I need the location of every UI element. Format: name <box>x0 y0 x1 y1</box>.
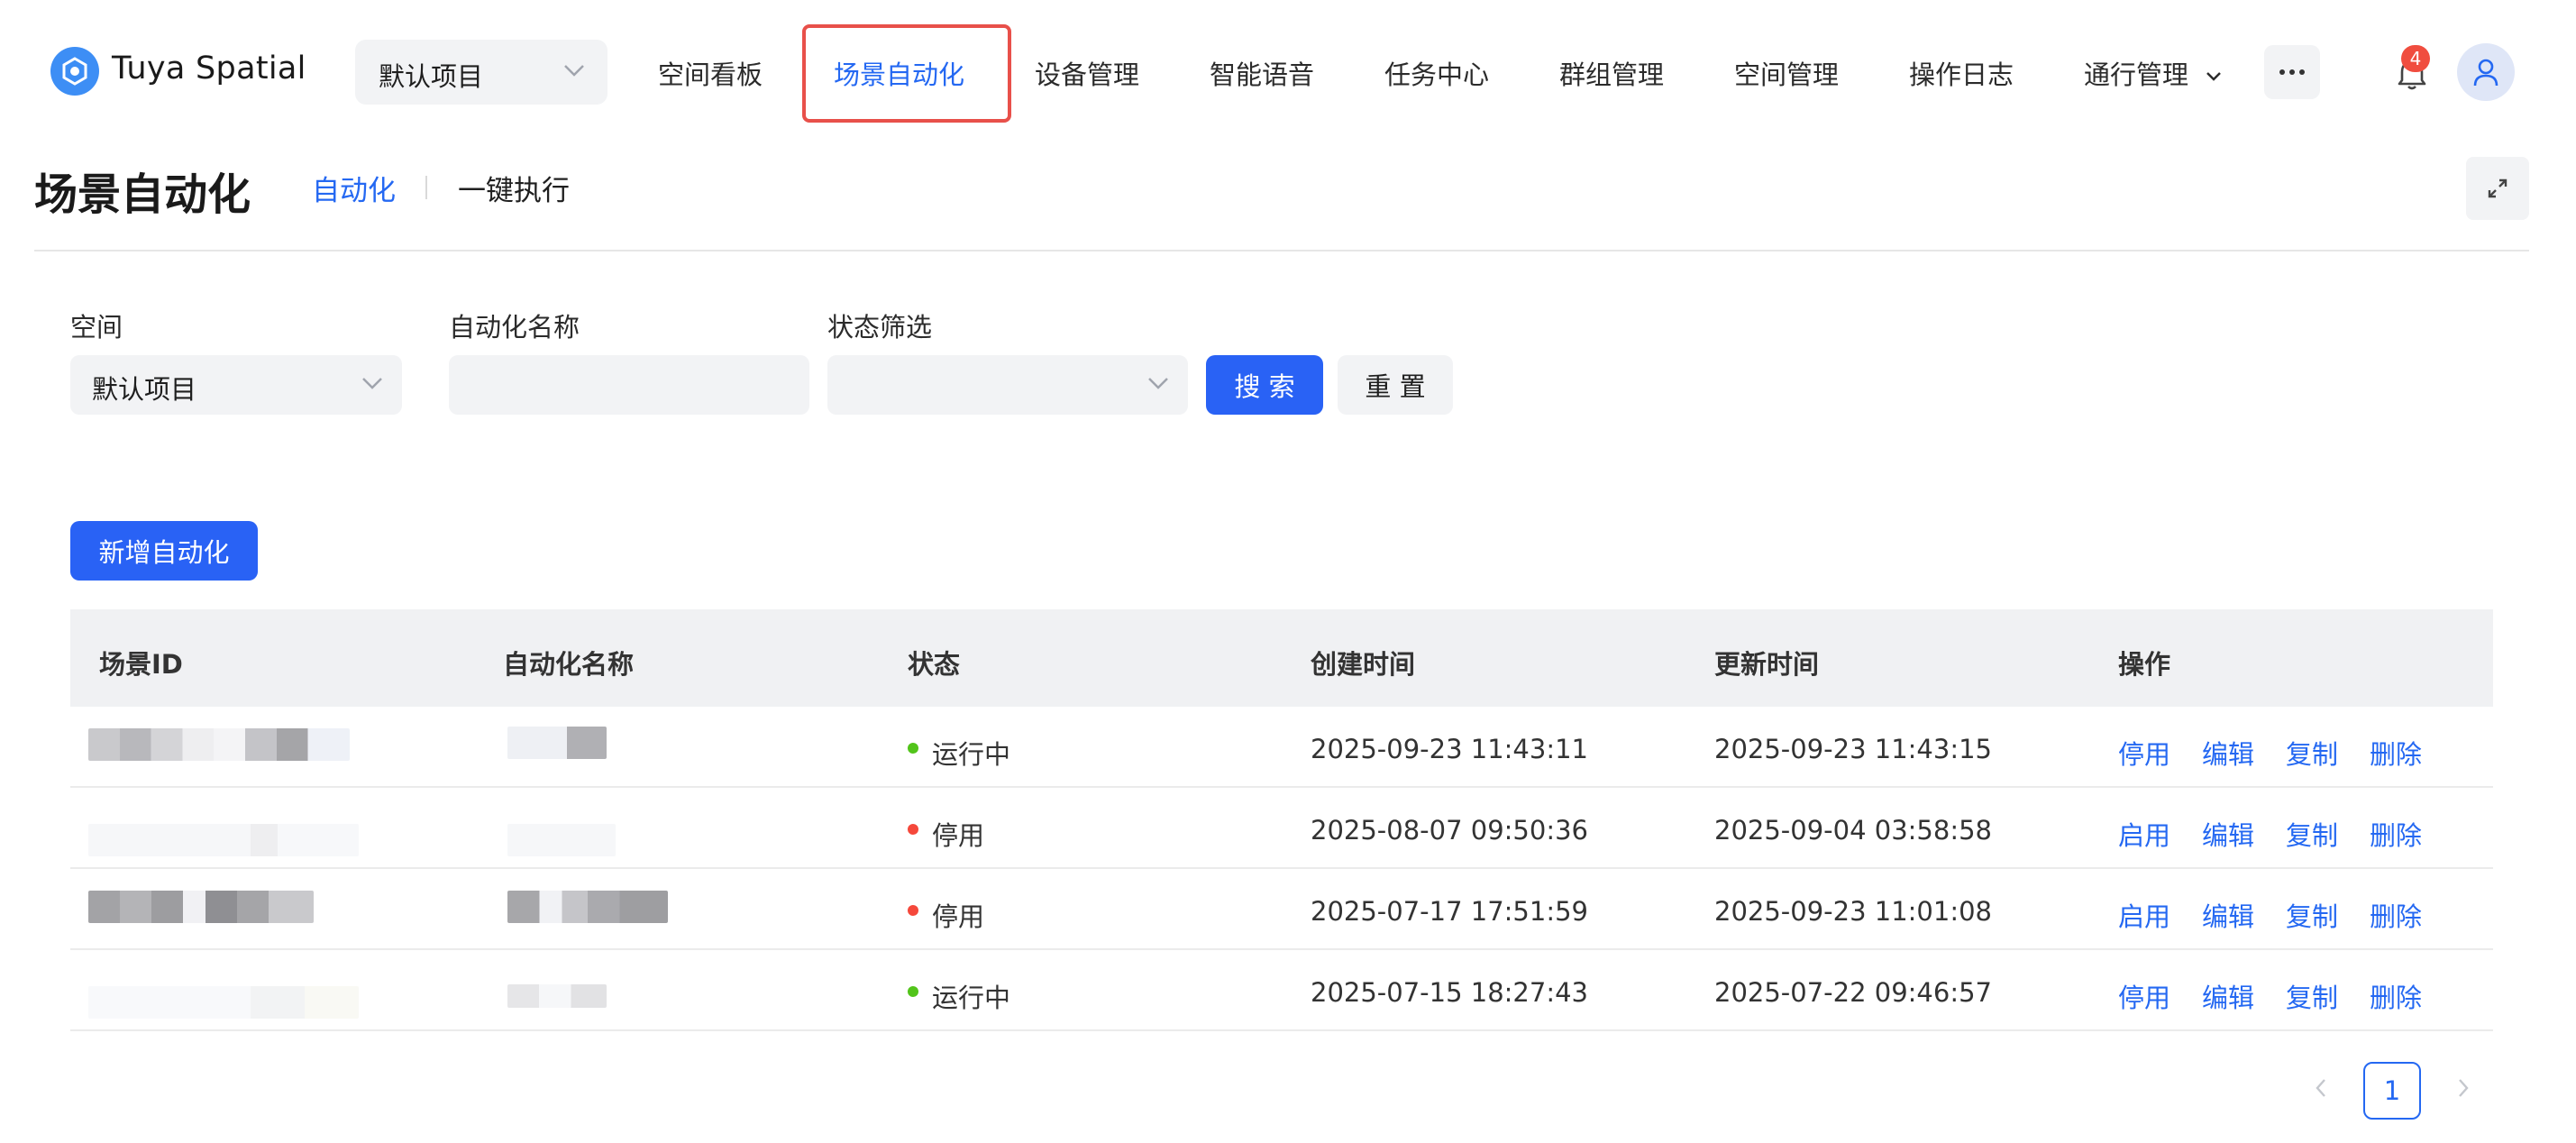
automation-name-filter-label: 自动化名称 <box>449 312 580 343</box>
status-dot <box>908 905 918 916</box>
status-dot <box>908 824 918 835</box>
brand-name[interactable]: Tuya Spatial <box>112 50 306 87</box>
header-divider <box>34 250 2529 251</box>
updated-time: 2025-09-23 11:43:15 <box>1714 734 1992 764</box>
updated-time: 2025-07-22 09:46:57 <box>1714 977 1992 1008</box>
created-time: 2025-09-23 11:43:11 <box>1311 734 1588 764</box>
chevron-down-icon <box>1148 378 1168 389</box>
column-header-status: 状态 <box>908 649 961 680</box>
tab-automation[interactable]: 自动化 <box>312 168 396 208</box>
user-avatar[interactable] <box>2457 43 2515 101</box>
edit-link[interactable]: 编辑 <box>2202 977 2254 1015</box>
nav-item-group-management[interactable]: 群组管理 <box>1559 54 1664 92</box>
created-time: 2025-07-17 17:51:59 <box>1311 896 1588 927</box>
nav-item-task-center[interactable]: 任务中心 <box>1384 54 1489 92</box>
expand-icon <box>2488 178 2507 198</box>
column-header-updated-time: 更新时间 <box>1714 649 1820 680</box>
search-button[interactable]: 搜 索 <box>1206 355 1323 415</box>
updated-time: 2025-09-04 03:58:58 <box>1714 815 1992 846</box>
nav-item-space-dashboard[interactable]: 空间看板 <box>658 54 763 92</box>
page-number-current[interactable]: 1 <box>2363 1062 2421 1120</box>
delete-link[interactable]: 删除 <box>2370 896 2422 934</box>
ellipsis-icon <box>2279 69 2305 75</box>
status-filter-label: 状态筛选 <box>827 312 933 343</box>
reset-button[interactable]: 重 置 <box>1338 355 1453 415</box>
scene-id-redacted <box>88 986 359 1019</box>
updated-time: 2025-09-23 11:01:08 <box>1714 896 1992 927</box>
chevron-right-icon <box>2459 1079 2469 1097</box>
automation-name-redacted <box>507 891 668 923</box>
copy-link[interactable]: 复制 <box>2286 815 2338 853</box>
nav-item-smart-voice[interactable]: 智能语音 <box>1210 54 1314 92</box>
more-menu-button[interactable] <box>2264 45 2320 99</box>
chevron-down-icon <box>564 65 584 77</box>
notification-badge: 4 <box>2401 45 2430 72</box>
status-dot <box>908 986 918 997</box>
nav-item-device-management[interactable]: 设备管理 <box>1035 54 1139 92</box>
copy-link[interactable]: 复制 <box>2286 896 2338 934</box>
project-select[interactable]: 默认项目 <box>355 40 607 105</box>
automation-name-redacted <box>507 984 607 1008</box>
status-filter-select[interactable] <box>827 355 1188 415</box>
tuya-logo-icon[interactable] <box>50 47 99 96</box>
automation-name-redacted <box>507 727 607 759</box>
nav-item-access-management-label: 通行管理 <box>2084 59 2189 90</box>
column-header-scene-id: 场景ID <box>99 649 183 680</box>
edit-link[interactable]: 编辑 <box>2202 815 2254 853</box>
nav-item-space-management[interactable]: 空间管理 <box>1734 54 1839 92</box>
chevron-down-icon <box>2206 72 2222 81</box>
chevron-left-icon <box>2316 1079 2325 1097</box>
tab-one-click-execute[interactable]: 一键执行 <box>458 168 570 208</box>
nav-item-operation-log[interactable]: 操作日志 <box>1909 54 2014 92</box>
edit-link[interactable]: 编辑 <box>2202 896 2254 934</box>
tab-divider <box>425 176 427 199</box>
table-row: 运行中 2025-07-15 18:27:43 2025-07-22 09:46… <box>70 950 2493 1031</box>
space-filter-value: 默认项目 <box>92 374 197 405</box>
fullscreen-button[interactable] <box>2466 157 2529 220</box>
nav-item-scene-automation[interactable]: 场景自动化 <box>834 54 964 92</box>
status-text: 运行中 <box>932 983 1011 1013</box>
created-time: 2025-08-07 09:50:36 <box>1311 815 1588 846</box>
created-time: 2025-07-15 18:27:43 <box>1311 977 1588 1008</box>
user-icon <box>2473 59 2498 87</box>
column-header-actions: 操作 <box>2118 649 2171 680</box>
delete-link[interactable]: 删除 <box>2370 977 2422 1015</box>
chevron-down-icon <box>362 378 382 389</box>
column-header-automation-name: 自动化名称 <box>503 649 635 680</box>
status-text: 停用 <box>932 901 985 932</box>
scene-id-redacted <box>88 824 359 856</box>
table-row: 停用 2025-08-07 09:50:36 2025-09-04 03:58:… <box>70 788 2493 869</box>
automation-name-redacted <box>507 824 616 856</box>
status-text: 停用 <box>932 820 985 851</box>
delete-link[interactable]: 删除 <box>2370 734 2422 772</box>
enable-link[interactable]: 启用 <box>2118 815 2170 853</box>
table-header: 场景ID 自动化名称 状态 创建时间 更新时间 操作 <box>70 609 2493 707</box>
status-dot <box>908 743 918 754</box>
copy-link[interactable]: 复制 <box>2286 977 2338 1015</box>
prev-page-button[interactable] <box>2307 1074 2334 1102</box>
nav-item-access-management[interactable]: 通行管理 <box>2084 54 2224 92</box>
delete-link[interactable]: 删除 <box>2370 815 2422 853</box>
disable-link[interactable]: 停用 <box>2118 977 2170 1015</box>
row-divider <box>70 1029 2493 1031</box>
project-select-value: 默认项目 <box>379 61 484 92</box>
space-filter-label: 空间 <box>70 312 123 343</box>
top-nav-bar: Tuya Spatial 默认项目 空间看板 场景自动化 设备管理 智能语音 任… <box>0 0 2576 144</box>
add-automation-button[interactable]: 新增自动化 <box>70 521 258 581</box>
page-title: 场景自动化 <box>34 169 251 220</box>
space-filter-select[interactable]: 默认项目 <box>70 355 402 415</box>
scene-id-redacted <box>88 891 314 923</box>
disable-link[interactable]: 停用 <box>2118 734 2170 772</box>
edit-link[interactable]: 编辑 <box>2202 734 2254 772</box>
table-row: 停用 2025-07-17 17:51:59 2025-09-23 11:01:… <box>70 869 2493 950</box>
status-text: 运行中 <box>932 739 1011 770</box>
automation-name-input[interactable] <box>449 355 809 415</box>
table-row: 运行中 2025-09-23 11:43:11 2025-09-23 11:43… <box>70 707 2493 788</box>
copy-link[interactable]: 复制 <box>2286 734 2338 772</box>
scene-id-redacted <box>88 728 350 761</box>
enable-link[interactable]: 启用 <box>2118 896 2170 934</box>
next-page-button[interactable] <box>2450 1074 2477 1102</box>
column-header-created-time: 创建时间 <box>1311 649 1416 680</box>
